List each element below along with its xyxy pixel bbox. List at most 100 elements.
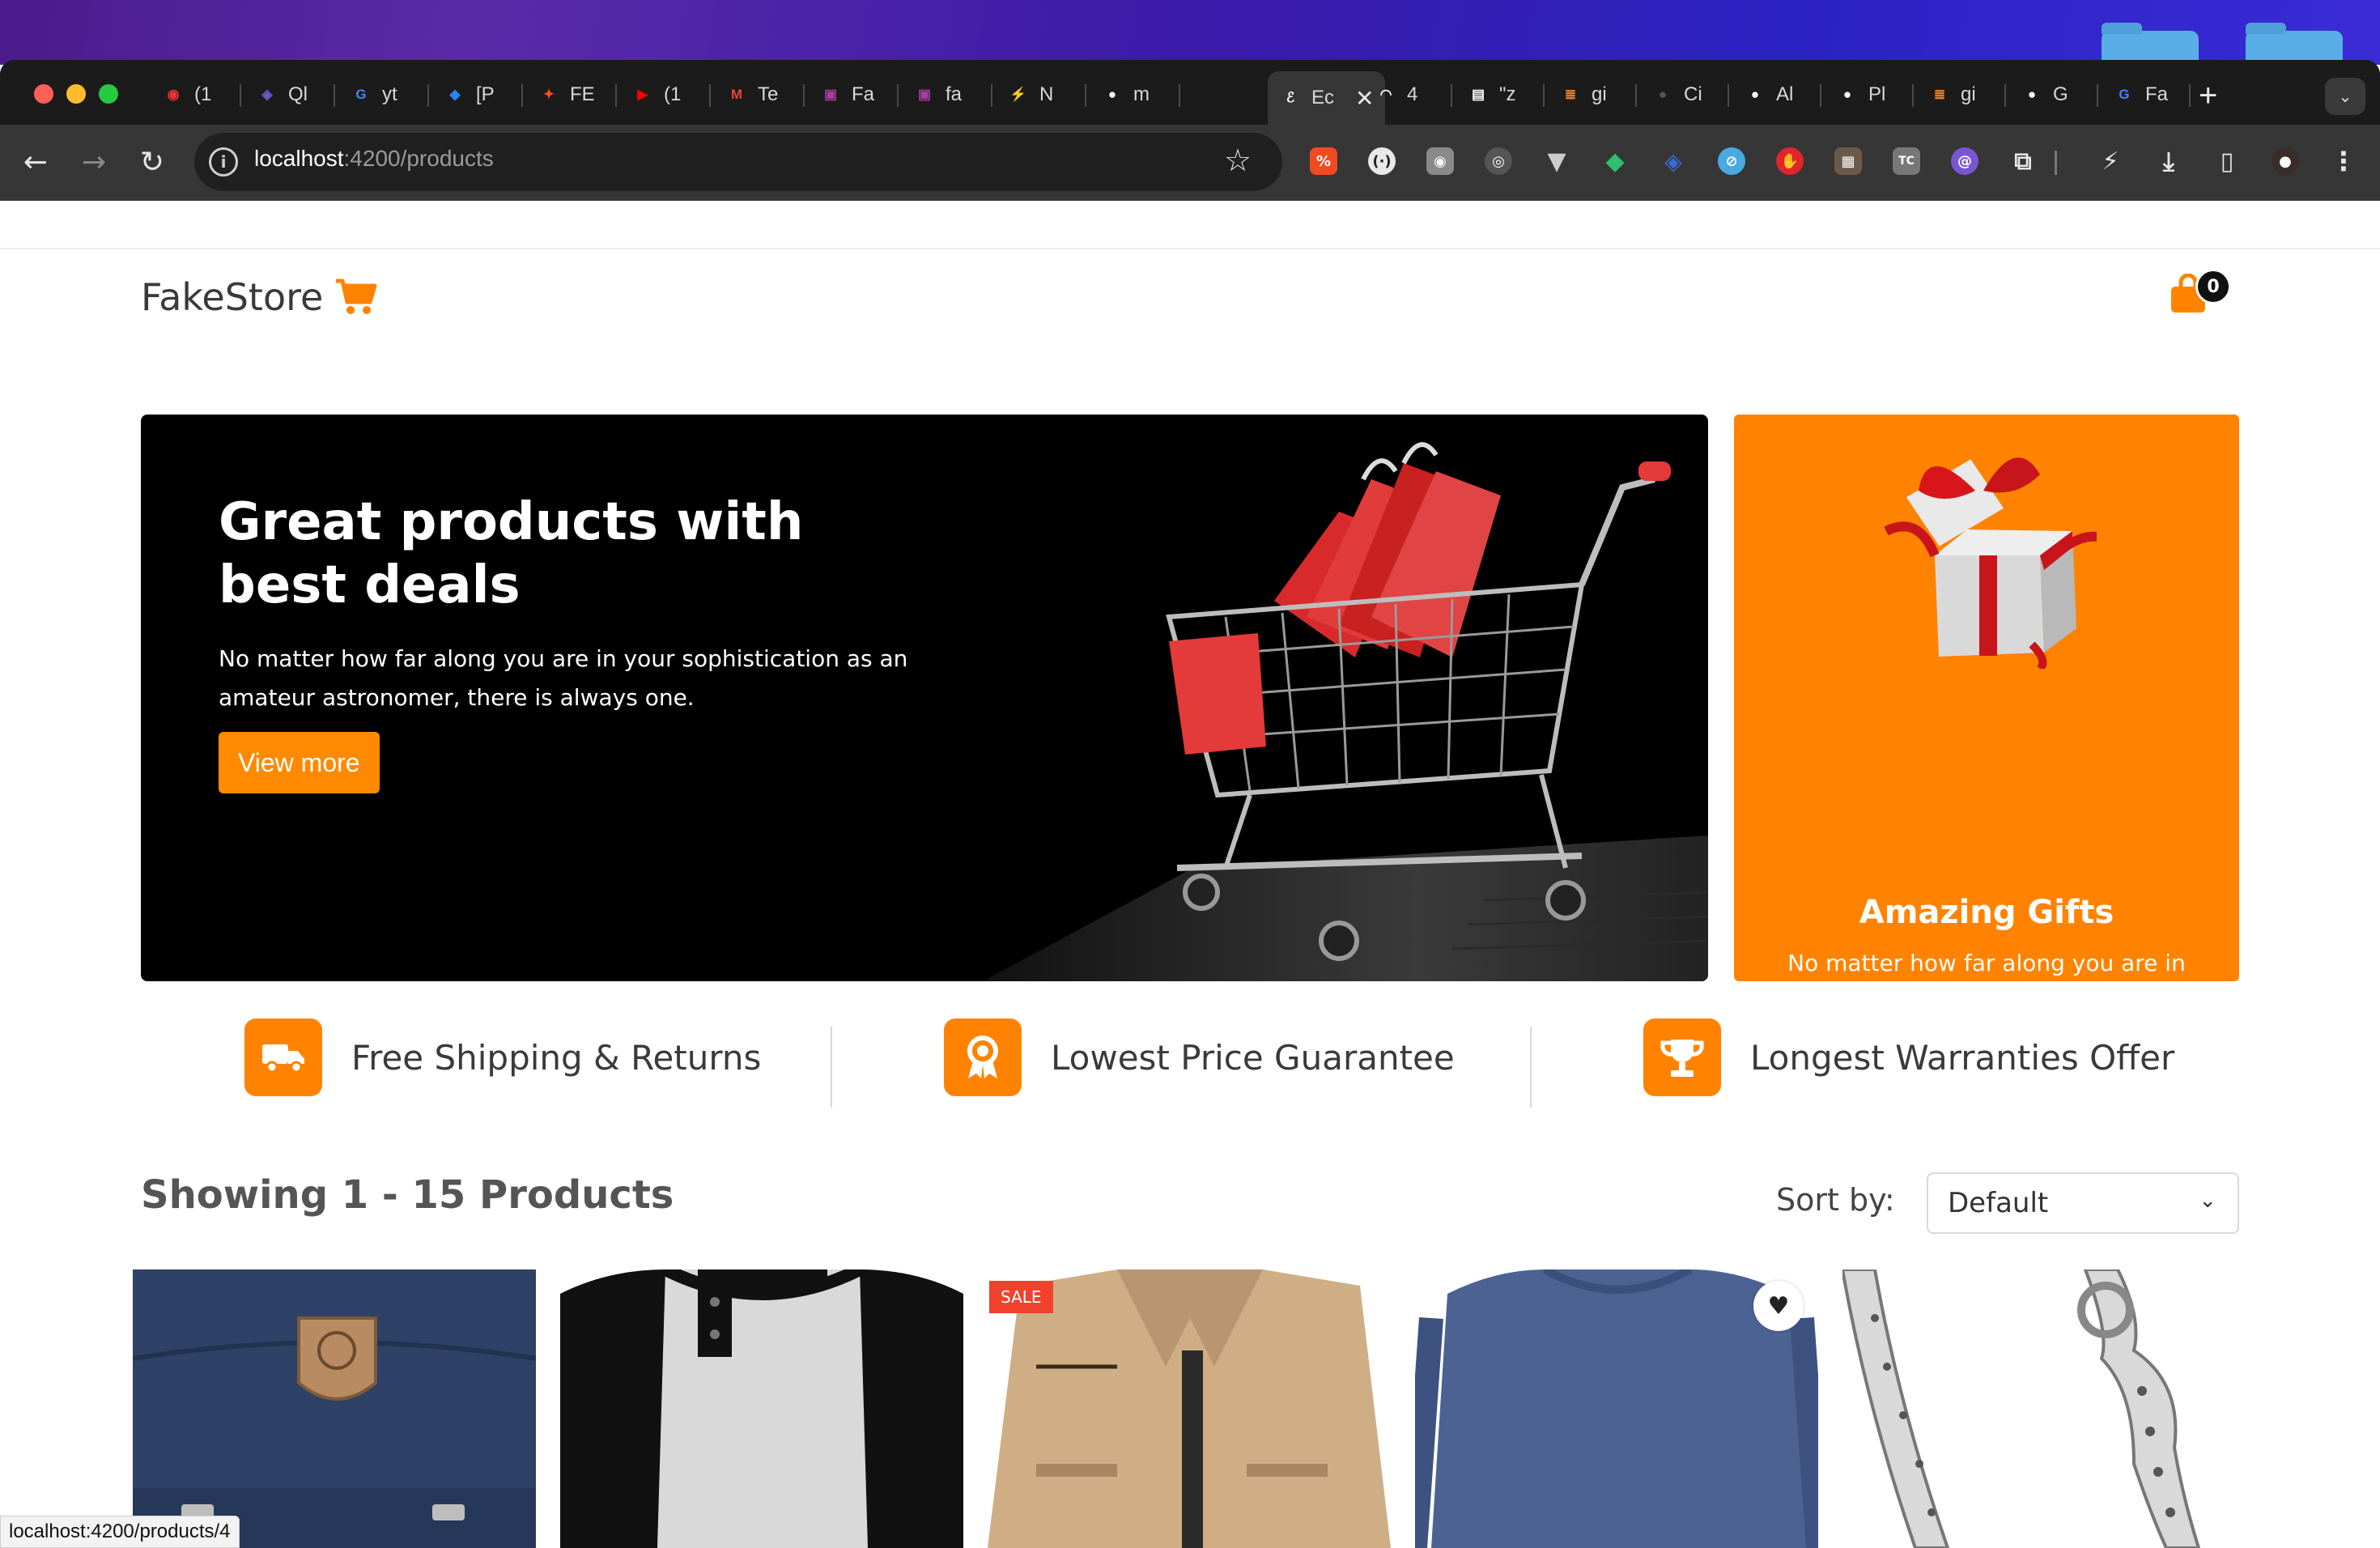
loading-icon: ◠ <box>1379 87 1392 102</box>
tab-label: (1 <box>664 83 682 105</box>
url-text: localhost:4200/products <box>254 146 494 172</box>
tab-16[interactable]: ● Ci <box>1640 71 1726 118</box>
bookmark-star-icon[interactable]: ☆ <box>1224 142 1252 178</box>
profile-avatar[interactable]: ● <box>2272 147 2299 175</box>
extension-icon[interactable]: TC <box>1893 147 1920 175</box>
tab-17[interactable]: ● Al <box>1732 71 1818 118</box>
tab-5[interactable]: ✦ FE <box>526 71 614 118</box>
sort-value: Default <box>1948 1187 2049 1219</box>
tab-label: Fa <box>852 83 875 105</box>
wishlist-heart-icon[interactable]: ♥ <box>1753 1281 1804 1331</box>
site-info-icon[interactable]: i <box>209 147 238 176</box>
zoom-window-button[interactable] <box>99 84 118 104</box>
award-icon <box>944 1019 1022 1096</box>
tab-9[interactable]: ▣ fa <box>902 71 989 118</box>
tab-15[interactable]: ≣ gi <box>1548 71 1634 118</box>
chevron-down-icon: ⌄ <box>2199 1189 2216 1213</box>
hero-view-more-button[interactable]: View more <box>219 732 380 793</box>
download-icon[interactable]: ⤓ <box>2155 146 2182 176</box>
tab-separator <box>709 84 711 107</box>
status-bar-url: localhost:4200/products/4 <box>0 1516 240 1548</box>
figma-icon: ✦ <box>542 87 555 102</box>
tab-label: 4 <box>1407 83 1418 105</box>
tab-2[interactable]: ◈ Ql <box>244 71 332 118</box>
google-icon: G <box>355 87 367 102</box>
product-card[interactable] <box>133 1269 536 1548</box>
tab-19[interactable]: ≣ gi <box>1917 71 2003 118</box>
extension-icon[interactable]: @ <box>1951 147 1978 175</box>
cart-count-badge: 0 <box>2195 269 2231 304</box>
tab-6[interactable]: ▶ (1 <box>620 71 708 118</box>
tab-search-button[interactable]: ⌄ <box>2325 78 2365 115</box>
puzzle-icon[interactable]: ⧉ <box>2009 147 2037 176</box>
product-card[interactable] <box>560 1269 963 1548</box>
tab-21[interactable]: G Fa <box>2102 71 2187 118</box>
vue-devtools-icon[interactable]: ▼ <box>1543 147 1570 176</box>
tab-10[interactable]: ⚡ N <box>996 71 1083 118</box>
camera-icon[interactable]: ◉ <box>1426 147 1454 175</box>
tab-label: [P <box>476 83 495 105</box>
gift-text: No matter how far along you are in your … <box>1787 950 2186 1015</box>
tab-3[interactable]: Gyt <box>338 71 426 118</box>
shopping-cart-image <box>983 442 1708 981</box>
extension-icon[interactable]: (·) <box>1368 147 1396 175</box>
side-panel-icon[interactable]: ▯ <box>2213 147 2241 176</box>
more-menu-icon[interactable]: ⋮ <box>2330 146 2357 176</box>
tab-1[interactable]: ◉ (1 <box>151 71 238 118</box>
address-bar[interactable]: i localhost:4200/products ☆ <box>194 133 1282 191</box>
tab-13[interactable]: ◠ 4 <box>1363 71 1449 118</box>
tab-separator <box>1085 84 1086 107</box>
tab-separator <box>334 84 335 107</box>
gift-promo-card: Amazing Gifts No matter how far along yo… <box>1734 415 2239 1124</box>
tab-11[interactable]: ● m <box>1090 71 1177 118</box>
tag-icon[interactable]: ◈ <box>1660 147 1687 175</box>
tab-separator <box>1635 84 1637 107</box>
extension-icon[interactable]: ⊘ <box>1718 147 1745 175</box>
github-icon: ● <box>1658 87 1668 102</box>
gift-box-image <box>1884 457 2097 669</box>
arrow-left-icon: ← <box>23 145 49 179</box>
product-image-backpack <box>133 1269 536 1548</box>
hero-banner: Great products with best deals No matter… <box>141 415 1708 981</box>
tab-separator <box>1912 84 1914 107</box>
desktop-background <box>0 0 2380 65</box>
tab-7[interactable]: M Te <box>714 71 801 118</box>
close-window-button[interactable] <box>34 84 53 104</box>
trophy-icon <box>1643 1019 1721 1096</box>
tab-label: Ql <box>288 83 308 105</box>
tab-label: yt <box>382 83 397 105</box>
tab-18[interactable]: ● Pl <box>1825 71 1910 118</box>
sort-select[interactable]: Default ⌄ <box>1927 1172 2239 1234</box>
tab-separator <box>1179 84 1180 107</box>
tab-separator <box>2189 84 2191 107</box>
tab-14[interactable]: ▤ "z <box>1456 71 1541 118</box>
extension-icon[interactable]: ◎ <box>1485 147 1512 175</box>
tab-20[interactable]: ● G <box>2009 71 2095 118</box>
forward-button[interactable]: → <box>74 142 113 181</box>
back-button[interactable]: ← <box>16 142 55 181</box>
tab-label: "z <box>1499 83 1516 105</box>
tab-8[interactable]: ▣ Fa <box>808 71 895 118</box>
url-host: localhost <box>254 146 344 171</box>
divider <box>0 248 2380 249</box>
extension-icon[interactable]: ◆ <box>1601 147 1629 176</box>
feature-label: Longest Warranties Offer <box>1750 1037 2175 1078</box>
product-card[interactable] <box>1842 1269 2247 1548</box>
tab-label: Pl <box>1868 83 1886 105</box>
stackoverflow-icon: ≣ <box>1564 87 1577 102</box>
angular-icon: ℰ <box>1279 87 1302 109</box>
site-logo[interactable]: FakeStore <box>141 275 378 319</box>
hand-icon[interactable]: ✋ <box>1776 147 1804 175</box>
performance-icon[interactable]: ⚡ <box>2097 147 2124 176</box>
extension-icon[interactable]: ▦ <box>1834 147 1862 175</box>
tab-label: G <box>2053 83 2068 105</box>
minimize-window-button[interactable] <box>66 84 86 104</box>
github-icon: ● <box>1107 87 1117 102</box>
tab-separator <box>2097 84 2098 107</box>
extension-icon[interactable]: % <box>1310 147 1337 175</box>
new-tab-button[interactable]: + <box>2199 78 2217 114</box>
tab-label: Te <box>758 83 779 105</box>
tab-separator <box>427 84 429 107</box>
reload-button[interactable]: ↻ <box>133 142 172 181</box>
tab-4[interactable]: ◆ [P <box>432 71 520 118</box>
